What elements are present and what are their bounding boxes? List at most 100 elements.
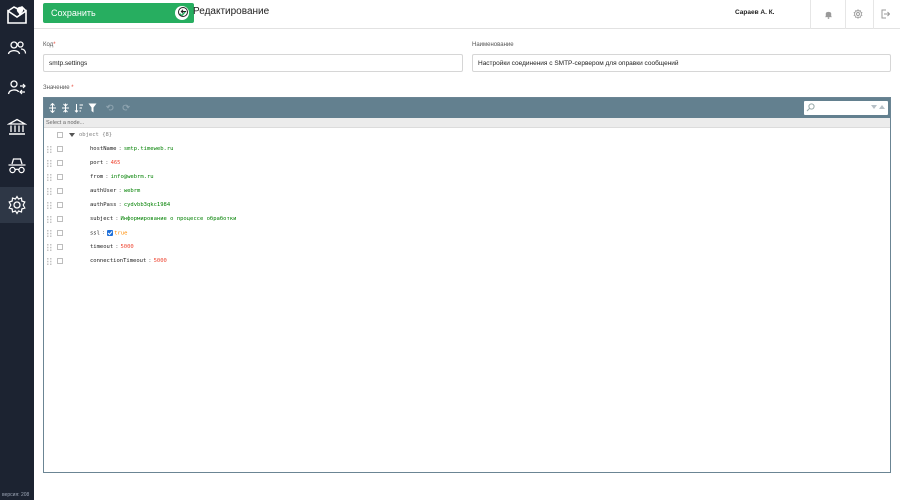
redo-icon[interactable] [120,102,131,113]
key-value-separator: : [118,202,122,208]
key-value-separator: : [118,188,122,194]
save-button[interactable]: Сохранить [43,3,194,23]
json-field-row[interactable]: hostName: smtp.timeweb.ru [44,142,890,156]
user-name[interactable]: Сараев А. К. [735,9,774,16]
json-value[interactable]: smtp.timeweb.ru [124,146,174,152]
name-label: Наименование [472,42,514,48]
json-key[interactable]: port [90,160,103,166]
top-header: Сохранить Редактирование Сараев А. К. [34,0,900,29]
back-arrow-icon [178,6,188,17]
name-field-value: Настройки соединения с SMTP-сервером для… [478,59,679,67]
logout-icon[interactable] [879,8,891,20]
drag-handle-icon[interactable] [47,202,52,209]
json-root-label: object [79,132,99,138]
undo-icon[interactable] [105,102,116,113]
json-key[interactable]: connectionTimeout [90,258,146,264]
bell-icon[interactable] [822,8,834,20]
json-value[interactable]: cydvbb3qkc1984 [124,202,170,208]
json-value[interactable]: 465 [111,160,121,166]
json-key[interactable]: hostName [90,146,117,152]
json-field-row[interactable]: timeout:5000 [44,240,890,254]
back-link[interactable]: Редактирование [178,6,269,17]
json-key[interactable]: subject [90,216,113,222]
search-icon [806,103,815,112]
row-select-checkbox[interactable] [57,160,63,166]
row-select-checkbox[interactable] [57,174,63,180]
json-key[interactable]: authPass [90,202,117,208]
json-key[interactable]: authUser [90,188,117,194]
sort-icon[interactable] [73,102,84,113]
drag-handle-icon[interactable] [47,244,52,251]
save-button-label: Сохранить [51,8,96,18]
json-value[interactable]: info@webrm.ru [111,174,154,180]
json-value[interactable]: webrm [124,188,141,194]
json-key[interactable]: from [90,174,103,180]
gear-icon [8,195,26,215]
json-key[interactable]: timeout [90,244,113,250]
drag-handle-icon[interactable] [47,216,52,223]
drag-handle-icon[interactable] [47,230,52,237]
boolean-checkbox[interactable] [107,229,114,236]
key-value-separator: : [148,258,152,264]
json-value[interactable]: 5000 [154,258,167,264]
users-icon [7,41,27,55]
json-value[interactable]: true [114,230,127,236]
drag-handle-icon[interactable] [47,174,52,181]
sidebar-item-incognito[interactable] [0,148,34,184]
json-root-row[interactable]: object {8} [44,128,890,142]
search-prev-next-icon[interactable] [871,105,885,111]
row-select-checkbox[interactable] [57,258,63,264]
user-transfer-icon [7,80,26,95]
header-divider [845,0,846,29]
json-key[interactable]: ssl [90,230,100,236]
drag-handle-icon[interactable] [47,188,52,195]
bank-icon [7,118,27,135]
code-label: Код* [43,42,56,48]
json-search-input[interactable] [804,101,888,115]
map-envelope-logo-icon [7,6,27,24]
key-value-separator: : [115,244,119,250]
drag-handle-icon[interactable] [47,258,52,265]
incognito-icon [8,158,26,174]
app-logo[interactable] [0,0,34,30]
header-divider [810,0,811,29]
row-select-checkbox[interactable] [57,230,63,236]
key-value-separator: : [105,160,109,166]
sidebar-item-bank[interactable] [0,109,34,145]
json-field-row[interactable]: connectionTimeout:5000 [44,254,890,268]
key-value-separator: : [118,146,122,152]
json-field-row[interactable]: from: info@webrm.ru [44,170,890,184]
expand-triangle-icon[interactable] [69,132,75,138]
settings-gear-icon[interactable] [852,8,864,20]
row-select-checkbox[interactable] [57,202,63,208]
row-select-checkbox[interactable] [57,188,63,194]
sidebar-item-settings[interactable] [0,187,34,223]
json-root-count: {8} [102,132,113,138]
sidebar-item-users[interactable] [0,30,34,66]
json-editor-toolbar [44,98,890,118]
collapse-all-icon[interactable] [60,102,71,113]
sidebar: версия: 208 [0,0,34,500]
json-field-row[interactable]: subject: Информирование о процессе обрабо… [44,212,890,226]
json-field-row[interactable]: port:465 [44,156,890,170]
json-field-row[interactable]: authUser: webrm [44,184,890,198]
expand-all-icon[interactable] [47,102,58,113]
drag-handle-icon[interactable] [47,146,52,153]
drag-handle-icon[interactable] [47,160,52,167]
json-editor: Select a node... object {8} hostName: smtp… [43,97,891,473]
code-field[interactable]: smtp.settings [43,54,463,72]
row-select-checkbox[interactable] [57,216,63,222]
json-value[interactable]: 5000 [121,244,134,250]
row-select-checkbox[interactable] [57,244,63,250]
code-field-value: smtp.settings [49,59,88,67]
header-divider [873,0,874,29]
row-select-checkbox[interactable] [57,132,63,138]
sidebar-item-user-transfer[interactable] [0,70,34,106]
json-field-row[interactable]: authPass: cydvbb3qkc1984 [44,198,890,212]
name-field[interactable]: Настройки соединения с SMTP-сервером для… [472,54,891,72]
key-value-separator: : [101,230,106,237]
row-select-checkbox[interactable] [57,146,63,152]
filter-icon[interactable] [87,102,98,113]
json-value[interactable]: Информирование о процессе обработки [121,216,237,222]
json-field-row[interactable]: ssl: true [44,226,890,240]
